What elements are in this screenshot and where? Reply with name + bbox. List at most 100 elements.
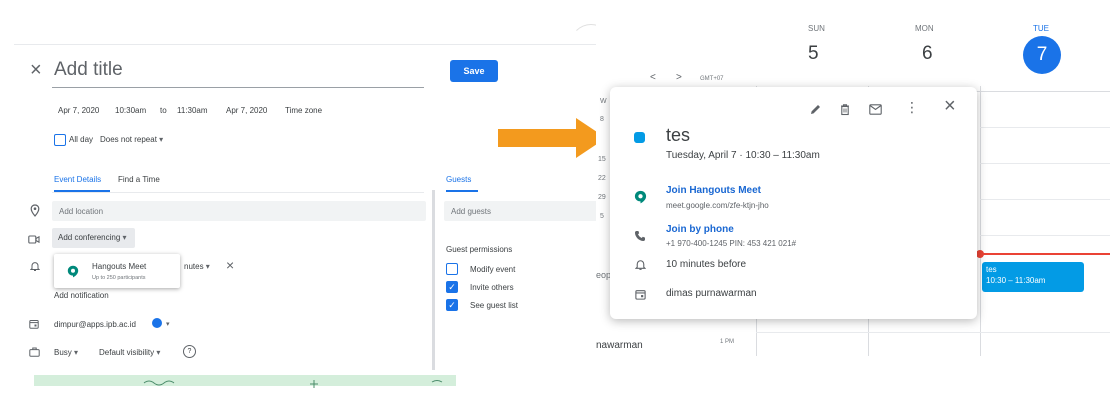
- see-guest-list-label: See guest list: [470, 301, 519, 310]
- mini-cal-5: 5: [600, 213, 604, 220]
- guests-tab-underline: [446, 190, 478, 192]
- next-week-button[interactable]: >: [676, 72, 682, 83]
- mini-cal-8: 8: [600, 116, 604, 123]
- grid-row-line-1: [980, 127, 1110, 128]
- event-datetime: Tuesday, April 7 · 10:30 – 11:30am: [666, 150, 820, 161]
- email-envelope-icon[interactable]: [867, 101, 883, 117]
- day-num-tue[interactable]: 7: [1023, 36, 1061, 74]
- tab-event-details[interactable]: Event Details: [54, 175, 101, 184]
- modify-event-checkbox[interactable]: [446, 263, 458, 275]
- arrow-icon: [498, 118, 606, 158]
- grid-row-line-5: [756, 332, 1110, 333]
- current-time-line: [980, 253, 1110, 255]
- calendar-view: SUN 5 MON 6 TUE 7 < > GMT+07 tes 10:30 –…: [596, 0, 1110, 386]
- meet-url: meet.google.com/zfe-ktjn-jho: [666, 201, 769, 210]
- add-notification-link[interactable]: Add notification: [54, 291, 109, 300]
- mini-cal-w: W: [600, 98, 607, 105]
- side-fragment: eop: [596, 270, 612, 280]
- mini-cal-15: 15: [598, 156, 606, 163]
- briefcase-icon: [28, 346, 40, 358]
- bottom-map-strip: [34, 375, 456, 388]
- timezone-button[interactable]: Time zone: [285, 106, 322, 115]
- close-icon[interactable]: ×: [30, 59, 42, 82]
- time-label-1pm: 1 PM: [720, 339, 735, 345]
- grid-row-line-3: [980, 199, 1110, 200]
- calendar-icon: [632, 286, 648, 302]
- to-label: to: [160, 106, 167, 115]
- tabs-divider: [52, 192, 424, 193]
- day-num-sun[interactable]: 5: [808, 43, 819, 65]
- grid-row-line-4: [980, 235, 1110, 236]
- tab-find-a-time[interactable]: Find a Time: [118, 175, 160, 184]
- delete-trash-icon[interactable]: [837, 101, 853, 117]
- hangouts-meet-option[interactable]: Hangouts Meet Up to 250 participants: [54, 254, 180, 288]
- modify-event-label: Modify event: [470, 265, 516, 274]
- visibility-select[interactable]: Default visibility: [99, 348, 160, 357]
- panel-divider: [432, 190, 435, 370]
- location-placeholder: Add location: [59, 207, 104, 216]
- strip-decoration-icon: [143, 380, 443, 388]
- hangouts-meet-icon: [66, 264, 80, 278]
- remove-notification-icon[interactable]: ×: [226, 257, 234, 273]
- video-icon: [27, 232, 41, 246]
- repeat-select[interactable]: Does not repeat: [100, 135, 163, 144]
- event-title: tes: [666, 125, 691, 145]
- start-date[interactable]: Apr 7, 2020: [58, 106, 99, 115]
- join-meet-link[interactable]: Join Hangouts Meet: [666, 185, 761, 196]
- mini-cal-29: 29: [598, 194, 606, 201]
- see-guest-list-checkbox[interactable]: ✓: [446, 299, 458, 311]
- event-color-picker[interactable]: [152, 318, 162, 328]
- invite-others-checkbox[interactable]: ✓: [446, 281, 458, 293]
- grid-row-line-2: [980, 163, 1110, 164]
- help-icon[interactable]: ?: [183, 345, 196, 358]
- notification-unit-select[interactable]: nutes: [184, 262, 210, 271]
- edit-pencil-icon[interactable]: [807, 101, 823, 117]
- phone-detail: +1 970-400-1245 PIN: 453 421 021#: [666, 239, 797, 248]
- add-conferencing-button[interactable]: Add conferencing: [52, 228, 135, 248]
- bottom-name-fragment: nawarman: [596, 340, 643, 351]
- close-popup-icon[interactable]: ×: [944, 95, 956, 118]
- event-editor-panel: × Add title Save Apr 7, 2020 10:30am to …: [0, 0, 612, 388]
- bell-icon: [29, 260, 41, 272]
- phone-icon: [632, 228, 648, 244]
- title-input[interactable]: Add title: [54, 59, 123, 81]
- guest-permissions-title: Guest permissions: [446, 245, 513, 254]
- conferencing-dropdown: Hangouts Meet Up to 250 participants: [54, 254, 180, 288]
- end-time[interactable]: 11:30am: [177, 106, 208, 115]
- join-phone-link[interactable]: Join by phone: [666, 224, 734, 235]
- day-name-mon: MON: [915, 24, 934, 33]
- add-guests-placeholder: Add guests: [451, 207, 492, 216]
- color-picker-chevron-icon[interactable]: ▾: [166, 320, 170, 328]
- gmt-label: GMT+07: [700, 76, 724, 82]
- bell-icon: [632, 257, 648, 273]
- allday-checkbox[interactable]: [54, 134, 66, 146]
- start-time[interactable]: 10:30am: [115, 106, 146, 115]
- header-divider: [14, 44, 604, 45]
- end-date[interactable]: Apr 7, 2020: [226, 106, 267, 115]
- location-input[interactable]: [52, 201, 426, 221]
- more-options-icon[interactable]: ⋮: [905, 99, 919, 116]
- event-chip-time: 10:30 – 11:30am: [986, 276, 1046, 285]
- tab-guests[interactable]: Guests: [446, 175, 471, 184]
- calendar-icon: [28, 318, 40, 330]
- event-chip-title: tes: [986, 265, 997, 274]
- event-details-popup: ⋮ × tes Tuesday, April 7 · 10:30 – 11:30…: [610, 87, 977, 319]
- organizer-name: dimas purnawarman: [666, 288, 757, 299]
- allday-label: All day: [69, 135, 94, 144]
- calendar-owner-label: dimpur@apps.ipb.ac.id: [54, 320, 136, 329]
- day-num-mon[interactable]: 6: [922, 43, 933, 65]
- event-color-square: [634, 132, 645, 143]
- hangouts-meet-option-title: Hangouts Meet: [92, 262, 147, 271]
- day-name-tue: TUE: [1033, 24, 1049, 33]
- location-pin-icon: [28, 203, 42, 217]
- mini-cal-22: 22: [598, 175, 606, 182]
- reminder-text: 10 minutes before: [666, 259, 747, 270]
- busy-select[interactable]: Busy: [54, 348, 78, 357]
- prev-week-button[interactable]: <: [650, 72, 656, 83]
- save-button[interactable]: Save: [450, 60, 498, 82]
- invite-others-label: Invite others: [470, 283, 514, 292]
- day-name-sun: SUN: [808, 24, 825, 33]
- event-chip[interactable]: tes 10:30 – 11:30am: [982, 262, 1084, 292]
- hangouts-meet-option-subtitle: Up to 250 participants: [92, 275, 146, 281]
- hangouts-meet-icon: [632, 189, 648, 205]
